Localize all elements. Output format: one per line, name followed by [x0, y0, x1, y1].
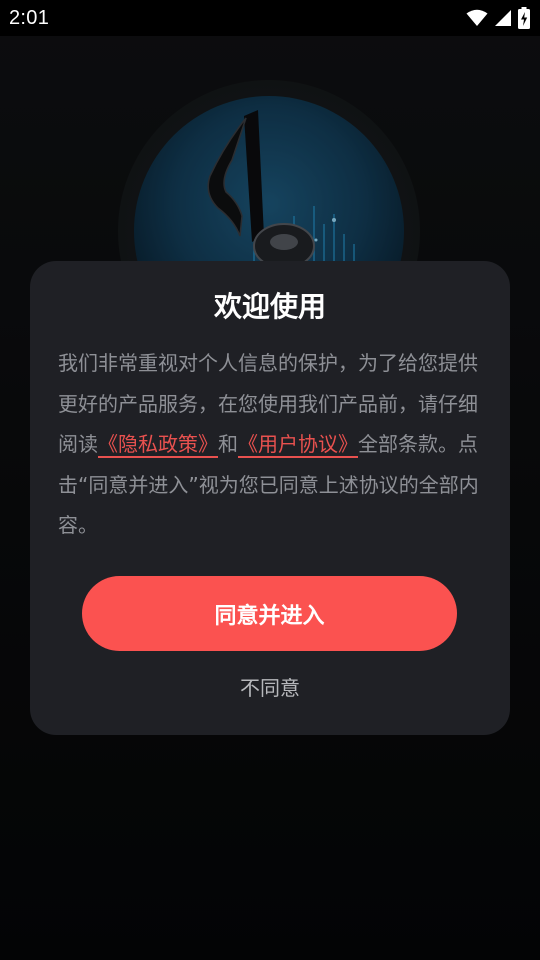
dialog-body-connector: 和: [218, 432, 238, 456]
dialog-body: 我们非常重视对个人信息的保护，为了给您提供更好的产品服务，在您使用我们产品前，请…: [58, 343, 482, 546]
wifi-icon: [466, 9, 488, 27]
privacy-dialog: 欢迎使用 我们非常重视对个人信息的保护，为了给您提供更好的产品服务，在您使用我们…: [30, 261, 510, 735]
status-time: 2:01: [9, 6, 50, 29]
status-icons: [466, 7, 530, 29]
screen: 2:01 欢迎使用 我们非常重视对个人信息的保护，为了给您提供更好的产品服务，在…: [0, 0, 540, 960]
status-bar: 2:01: [0, 0, 540, 36]
user-agreement-link[interactable]: 《用户协议》: [238, 432, 358, 456]
privacy-policy-link[interactable]: 《隐私政策》: [98, 432, 218, 456]
agree-button[interactable]: 同意并进入: [82, 576, 457, 651]
dialog-title: 欢迎使用: [213, 290, 326, 323]
cellular-signal-icon: [494, 9, 512, 27]
disagree-button[interactable]: 不同意: [30, 671, 510, 707]
battery-charging-icon: [518, 7, 530, 29]
